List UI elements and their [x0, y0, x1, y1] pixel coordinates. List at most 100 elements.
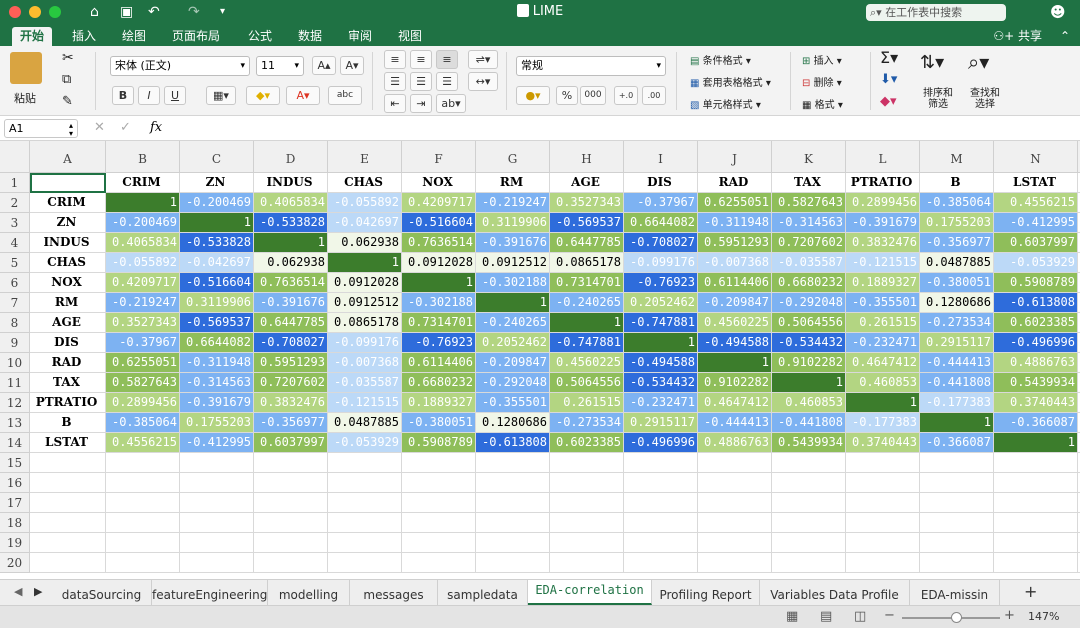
phonetic-icon[interactable]: abc: [328, 86, 362, 105]
corr-row-header[interactable]: INDUS: [30, 233, 106, 253]
corr-cell[interactable]: 0.3740443: [846, 433, 920, 453]
empty-cell[interactable]: [698, 513, 772, 533]
insert-function-button[interactable]: fx: [150, 120, 162, 135]
tab-formulas[interactable]: 公式: [248, 27, 272, 46]
corr-cell[interactable]: 0.5439934: [772, 433, 846, 453]
column-header[interactable]: N: [994, 141, 1078, 173]
corr-cell[interactable]: 0.1280686: [920, 293, 994, 313]
empty-cell[interactable]: [30, 553, 106, 573]
empty-cell[interactable]: [698, 493, 772, 513]
row-header[interactable]: 5: [0, 253, 30, 273]
column-header[interactable]: G: [476, 141, 550, 173]
empty-cell[interactable]: [254, 473, 328, 493]
corr-column-header[interactable]: CHAS: [328, 173, 402, 193]
column-header[interactable]: I: [624, 141, 698, 173]
corr-cell[interactable]: 0.5951293: [698, 233, 772, 253]
row-header[interactable]: 7: [0, 293, 30, 313]
select-all-corner[interactable]: [0, 141, 30, 173]
empty-cell[interactable]: [698, 473, 772, 493]
empty-cell[interactable]: [180, 553, 254, 573]
paste-button[interactable]: 粘贴: [14, 90, 36, 106]
copy-icon[interactable]: ⧉: [62, 72, 71, 87]
empty-cell[interactable]: [402, 533, 476, 553]
sheet-tab[interactable]: EDA-correlation: [528, 580, 652, 605]
empty-cell[interactable]: [624, 453, 698, 473]
empty-cell[interactable]: [106, 553, 180, 573]
empty-cell[interactable]: [254, 533, 328, 553]
corr-cell[interactable]: -0.534432: [772, 333, 846, 353]
row-header[interactable]: 15: [0, 453, 30, 473]
empty-cell[interactable]: [180, 513, 254, 533]
accounting-format-icon[interactable]: ●▾: [516, 86, 550, 105]
corr-cell[interactable]: 0.2915117: [920, 333, 994, 353]
corr-cell[interactable]: -0.355501: [846, 293, 920, 313]
empty-cell[interactable]: [476, 493, 550, 513]
cut-icon[interactable]: ✂: [62, 50, 74, 66]
column-header[interactable]: D: [254, 141, 328, 173]
sort-filter-icon[interactable]: ⇅▾: [920, 52, 944, 73]
corr-cell[interactable]: -0.035587: [772, 253, 846, 273]
empty-cell[interactable]: [772, 513, 846, 533]
corr-cell[interactable]: 0.2899456: [106, 393, 180, 413]
corr-cell[interactable]: 0.5908789: [994, 273, 1078, 293]
corr-cell[interactable]: -0.219247: [476, 193, 550, 213]
empty-cell[interactable]: [476, 533, 550, 553]
empty-cell[interactable]: [846, 473, 920, 493]
corr-cell[interactable]: 0.6037997: [994, 233, 1078, 253]
tab-home[interactable]: 开始: [12, 27, 53, 46]
empty-cell[interactable]: [920, 473, 994, 493]
page-layout-view-icon[interactable]: ▤: [820, 609, 832, 624]
empty-cell[interactable]: [920, 453, 994, 473]
corr-cell[interactable]: 0.4886763: [994, 353, 1078, 373]
corr-cell[interactable]: -0.441808: [920, 373, 994, 393]
corr-cell[interactable]: -0.569537: [180, 313, 254, 333]
prev-sheet-icon[interactable]: ◀: [14, 585, 22, 598]
corr-cell[interactable]: -0.219247: [106, 293, 180, 313]
corr-cell[interactable]: 0.1889327: [846, 273, 920, 293]
column-header[interactable]: M: [920, 141, 994, 173]
row-header[interactable]: 8: [0, 313, 30, 333]
corr-cell[interactable]: 1: [698, 353, 772, 373]
corr-cell[interactable]: -0.380051: [402, 413, 476, 433]
empty-cell[interactable]: [106, 533, 180, 553]
column-header[interactable]: J: [698, 141, 772, 173]
empty-cell[interactable]: [846, 453, 920, 473]
row-header[interactable]: 11: [0, 373, 30, 393]
corr-cell[interactable]: -0.232471: [846, 333, 920, 353]
corr-cell[interactable]: 1: [180, 213, 254, 233]
sort-filter-button[interactable]: 排序和 筛选: [918, 88, 958, 110]
corr-cell[interactable]: 0.9102282: [772, 353, 846, 373]
corr-cell[interactable]: 0.0912512: [476, 253, 550, 273]
decrease-font-button[interactable]: A▾: [340, 56, 364, 75]
zoom-in-icon[interactable]: +: [1004, 608, 1015, 623]
empty-cell[interactable]: [106, 473, 180, 493]
worksheet-grid[interactable]: A B C D E F G H I J K L M N 1 2 3 4 5 6 7 8 9 10 11 12 13 14 15 16 17 1…: [0, 141, 1080, 579]
sheet-tab[interactable]: dataSourcing: [52, 580, 152, 605]
empty-cell[interactable]: [550, 493, 624, 513]
row-header[interactable]: 3: [0, 213, 30, 233]
corr-cell[interactable]: 0.6255051: [106, 353, 180, 373]
empty-cell[interactable]: [698, 533, 772, 553]
align-left-icon[interactable]: ☰: [384, 72, 406, 91]
table-format-button[interactable]: ▦ 套用表格格式 ▾: [690, 74, 771, 89]
corr-cell[interactable]: -0.007368: [698, 253, 772, 273]
corr-row-header[interactable]: LSTAT: [30, 433, 106, 453]
empty-cell[interactable]: [30, 453, 106, 473]
corr-cell[interactable]: -0.441808: [772, 413, 846, 433]
corr-cell[interactable]: -0.37967: [106, 333, 180, 353]
corr-column-header[interactable]: PTRATIO: [846, 173, 920, 193]
corr-column-header[interactable]: LSTAT: [994, 173, 1078, 193]
corr-cell[interactable]: 0.460853: [772, 393, 846, 413]
corr-cell[interactable]: -0.37967: [624, 193, 698, 213]
corr-cell[interactable]: -0.007368: [328, 353, 402, 373]
sheet-tab[interactable]: featureEngineering: [152, 580, 268, 605]
corr-cell[interactable]: 0.5908789: [402, 433, 476, 453]
tab-page-layout[interactable]: 页面布局: [172, 27, 220, 46]
corr-row-header[interactable]: ZN: [30, 213, 106, 233]
sheet-tab[interactable]: sampledata: [438, 580, 528, 605]
conditional-format-button[interactable]: ▤ 条件格式 ▾: [690, 52, 751, 67]
corr-cell[interactable]: 1: [254, 233, 328, 253]
corr-cell[interactable]: 0.4556215: [106, 433, 180, 453]
corr-cell[interactable]: -0.355501: [476, 393, 550, 413]
empty-cell[interactable]: [772, 453, 846, 473]
